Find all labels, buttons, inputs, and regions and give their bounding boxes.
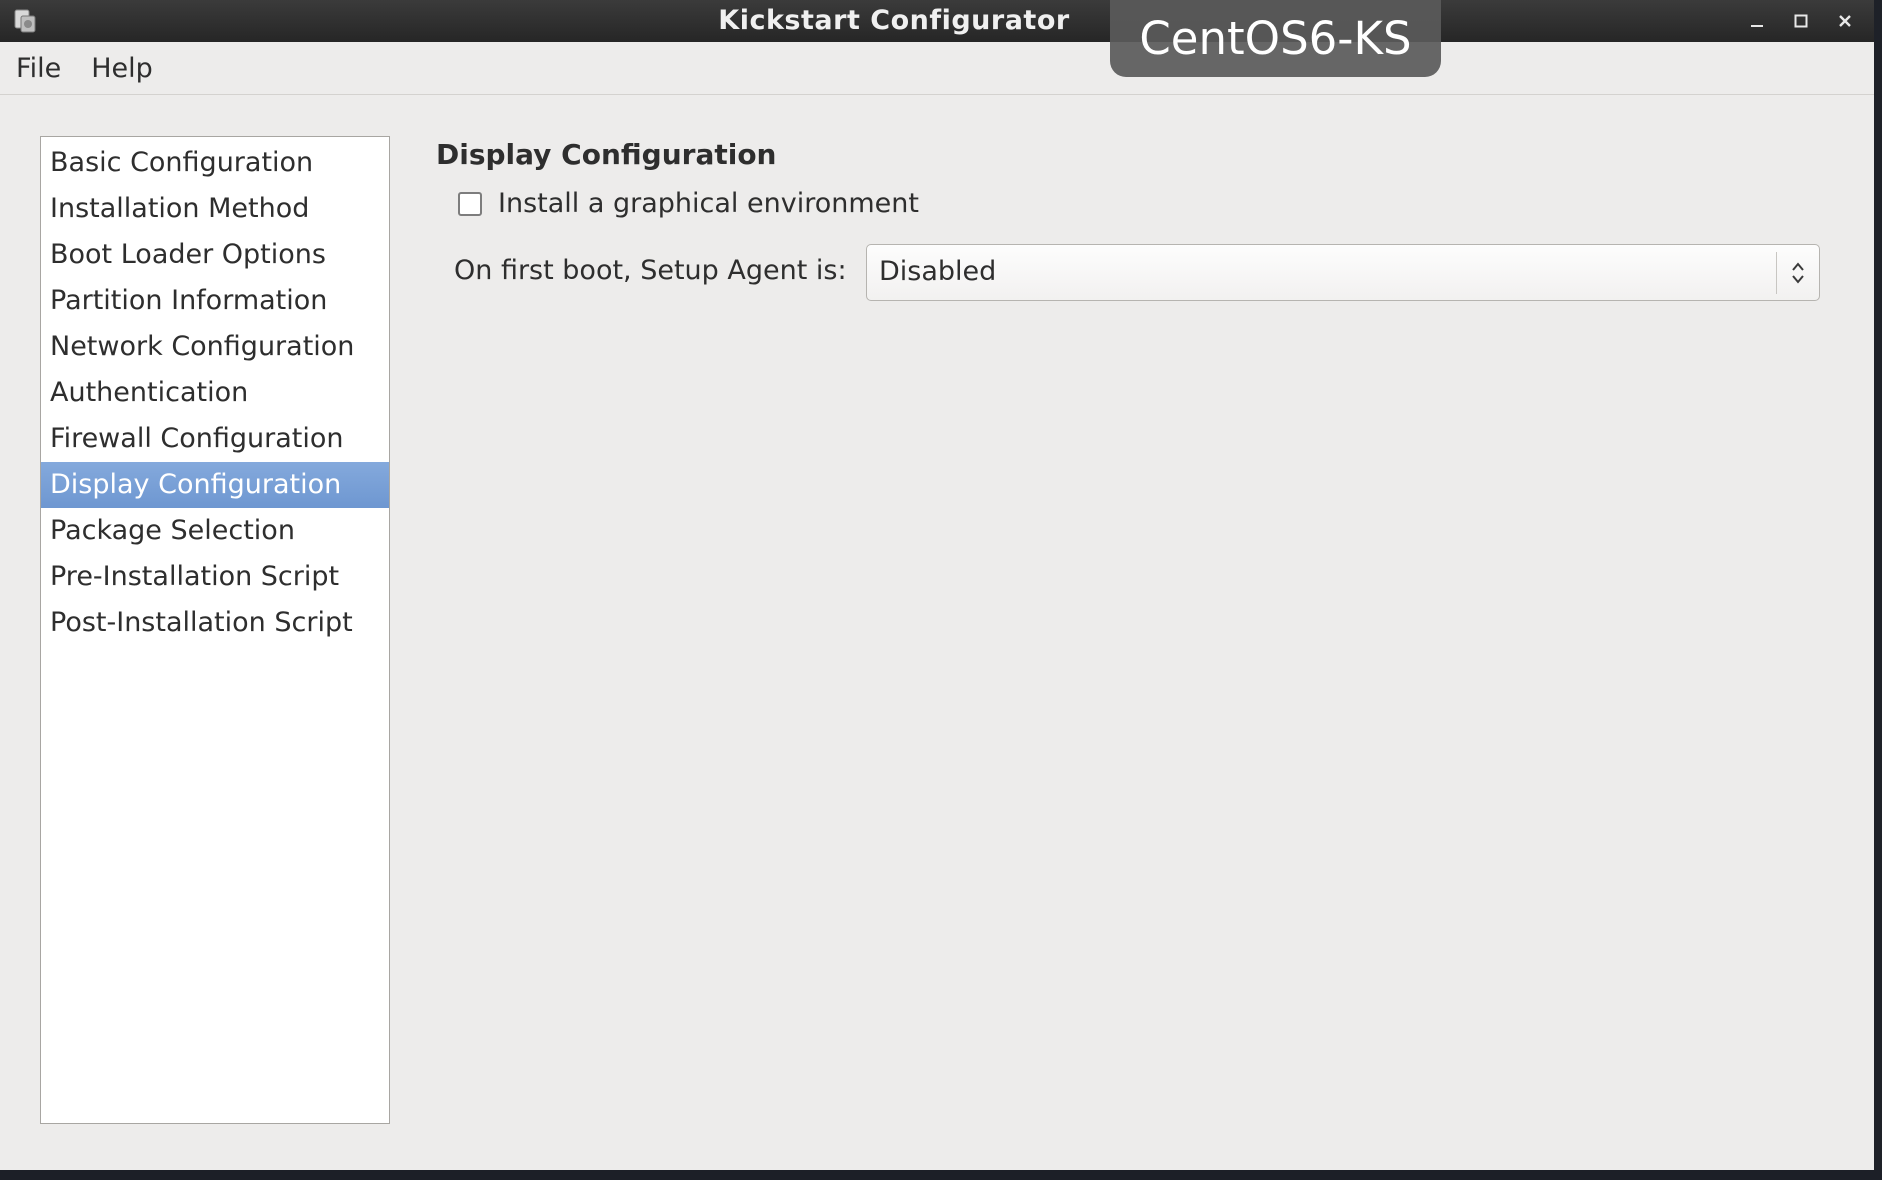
sidebar-item-partition-information[interactable]: Partition Information — [41, 278, 389, 324]
window-title: Kickstart Configurator — [718, 5, 1070, 36]
graphical-environment-label[interactable]: Install a graphical environment — [498, 188, 919, 219]
sidebar-item-basic-configuration[interactable]: Basic Configuration — [41, 140, 389, 186]
sidebar-item-authentication[interactable]: Authentication — [41, 370, 389, 416]
sidebar-item-post-installation-script[interactable]: Post-Installation Script — [41, 600, 389, 646]
minimize-icon[interactable] — [1742, 6, 1772, 36]
sidebar-item-installation-method[interactable]: Installation Method — [41, 186, 389, 232]
host-name-overlay: CentOS6-KS — [1110, 0, 1441, 77]
kickstart-window: Kickstart Configurator CentOS6-KS File H… — [0, 0, 1874, 1170]
updown-arrows-icon — [1792, 262, 1804, 284]
setup-agent-select[interactable]: Disabled — [866, 244, 1820, 301]
graphical-environment-checkbox[interactable] — [458, 191, 482, 216]
desktop-edge — [1874, 0, 1882, 1180]
sidebar-item-pre-installation-script[interactable]: Pre-Installation Script — [41, 554, 389, 600]
section-title: Display Configuration — [436, 138, 777, 171]
setup-agent-value: Disabled — [879, 256, 997, 287]
sidebar-item-package-selection[interactable]: Package Selection — [41, 508, 389, 554]
sidebar-item-firewall-configuration[interactable]: Firewall Configuration — [41, 416, 389, 462]
window-controls — [1742, 6, 1860, 36]
sidebar-item-display-configuration[interactable]: Display Configuration — [41, 462, 389, 508]
desktop-bottom-edge — [0, 1170, 1882, 1180]
menu-help[interactable]: Help — [75, 53, 167, 84]
setup-agent-label: On first boot, Setup Agent is: — [454, 255, 847, 286]
graphical-environment-row[interactable]: Install a graphical environment — [458, 188, 919, 219]
sidebar-item-network-configuration[interactable]: Network Configuration — [41, 324, 389, 370]
title-bar[interactable]: Kickstart Configurator — [0, 0, 1874, 42]
menu-bar: File Help — [0, 42, 1874, 95]
close-icon[interactable] — [1830, 6, 1860, 36]
section-list: Basic Configuration Installation Method … — [40, 136, 390, 1124]
maximize-icon[interactable] — [1786, 6, 1816, 36]
menu-file[interactable]: File — [0, 53, 75, 84]
sidebar-item-boot-loader-options[interactable]: Boot Loader Options — [41, 232, 389, 278]
select-divider — [1776, 252, 1777, 294]
